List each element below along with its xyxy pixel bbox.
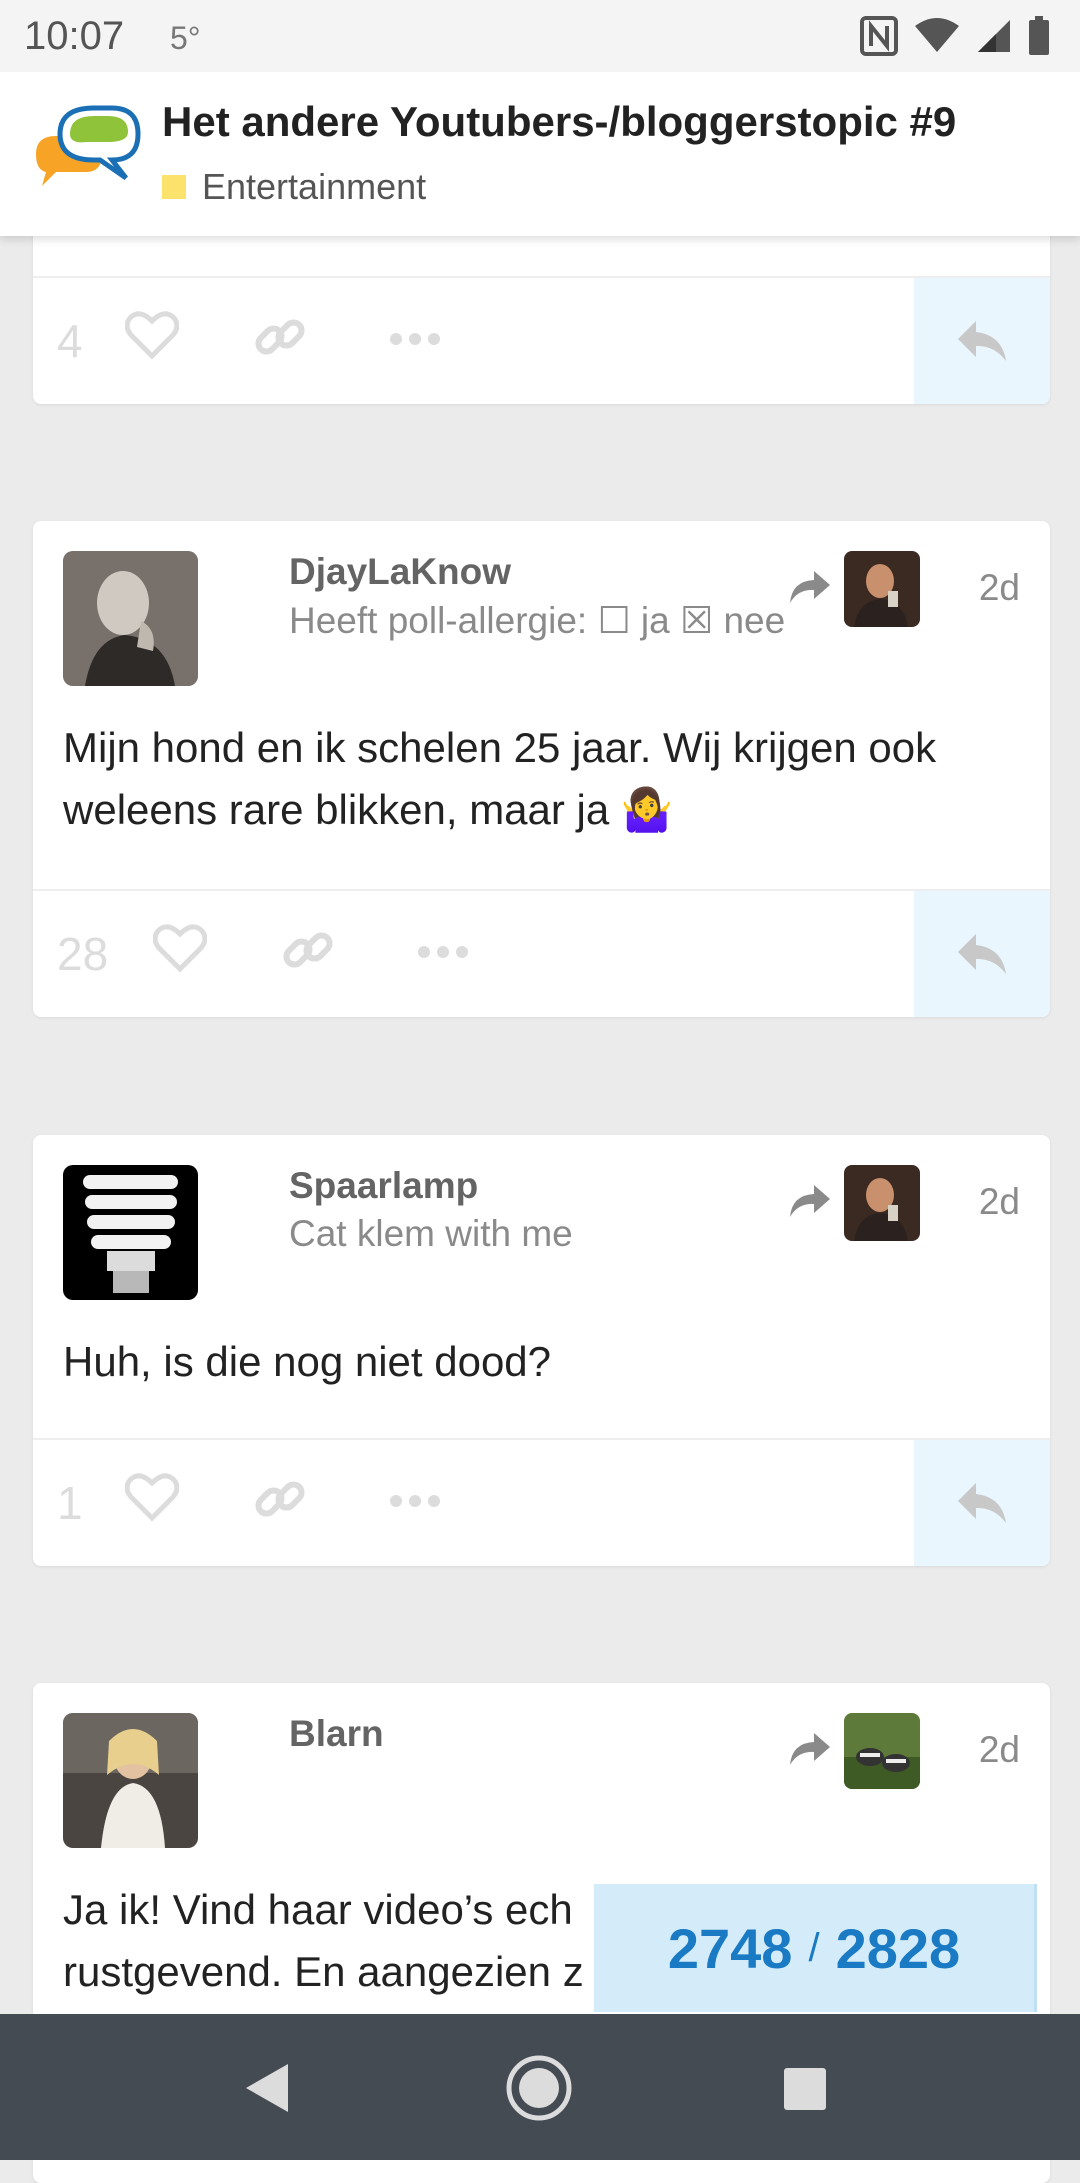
signal-icon [976, 18, 1012, 59]
reply-to-avatar [844, 1713, 920, 1789]
reply-button[interactable] [914, 891, 1050, 1017]
more-icon[interactable] [389, 332, 441, 351]
reply-icon [958, 1483, 1006, 1523]
post-header: DjayLaKnow Heeft poll-allergie: ☐ ja ☒ n… [63, 551, 1020, 691]
post-date[interactable]: 2d [979, 567, 1020, 609]
category-badge[interactable]: Entertainment [162, 166, 426, 208]
wifi-icon [914, 18, 960, 59]
progress-separator: / [808, 1925, 820, 1970]
reply-button[interactable] [914, 1440, 1050, 1566]
post-stream: 4 DjayLaKnow Heeft poll-allergie: ☐ ja ☒… [0, 0, 1080, 2183]
post-card: Spaarlamp Cat klem with me 2d Huh, is di… [33, 1135, 1050, 1566]
user-title: Cat klem with me [289, 1213, 573, 1254]
user-title: Heeft poll-allergie: ☐ ja ☒ nee [289, 600, 786, 641]
share-arrow-icon [788, 569, 832, 610]
nfc-icon [860, 16, 898, 61]
reply-to-avatar [844, 1165, 920, 1241]
username[interactable]: DjayLaKnow [289, 551, 511, 593]
heart-icon[interactable] [124, 1472, 180, 1527]
progress-current: 2748 [667, 1916, 793, 1980]
category-color-square [162, 175, 186, 199]
post-actions: 1 [33, 1438, 1050, 1566]
reply-to-avatar [844, 551, 920, 627]
post-body: Ja ik! Vind haar video’s ech rustgevend.… [63, 1886, 584, 1995]
avatar[interactable] [63, 1713, 198, 1848]
share-arrow-icon [788, 1731, 832, 1772]
reply-icon [958, 321, 1006, 361]
more-icon[interactable] [417, 945, 469, 964]
heart-icon[interactable] [124, 310, 180, 365]
reply-button[interactable] [914, 278, 1050, 404]
reply-to-indicator[interactable] [788, 1713, 920, 1789]
like-count[interactable]: 1 [57, 1476, 83, 1530]
battery-icon [1028, 16, 1050, 61]
forum-logo[interactable] [30, 102, 142, 202]
username[interactable]: Blarn [289, 1713, 384, 1755]
topic-header: Het andere Youtubers-/bloggerstopic #9 E… [0, 72, 1080, 236]
topic-title[interactable]: Het andere Youtubers-/bloggerstopic #9 [162, 98, 956, 146]
heart-icon[interactable] [152, 923, 208, 978]
like-count[interactable]: 28 [57, 927, 108, 981]
system-nav-bar [0, 2014, 1080, 2160]
status-icons [860, 16, 1050, 61]
home-icon[interactable] [505, 2054, 573, 2127]
more-icon[interactable] [389, 1494, 441, 1513]
link-icon[interactable] [281, 923, 335, 982]
like-count[interactable]: 4 [57, 314, 83, 368]
post-actions: 28 [33, 889, 1050, 1017]
post-body: Huh, is die nog niet dood? [63, 1338, 552, 1385]
share-arrow-icon [788, 1183, 832, 1224]
post-header: Blarn 2d [63, 1713, 1020, 1853]
reply-to-indicator[interactable] [788, 551, 920, 627]
username[interactable]: Spaarlamp [289, 1165, 478, 1207]
post-card: DjayLaKnow Heeft poll-allergie: ☐ ja ☒ n… [33, 521, 1050, 1017]
status-temperature: 5° [170, 20, 201, 56]
back-icon[interactable] [244, 2062, 290, 2119]
avatar[interactable] [63, 1165, 198, 1300]
link-icon[interactable] [253, 310, 307, 369]
post-actions: 4 [33, 276, 1050, 404]
status-time: 10:07 [24, 14, 125, 58]
avatar[interactable] [63, 551, 198, 686]
topic-progress[interactable]: 2748 / 2828 [594, 1884, 1037, 2012]
status-bar: 10:07 5° [0, 0, 1080, 72]
post-date[interactable]: 2d [979, 1181, 1020, 1223]
category-label: Entertainment [202, 166, 427, 207]
reply-to-indicator[interactable] [788, 1165, 920, 1241]
post-header: Spaarlamp Cat klem with me 2d [63, 1165, 1020, 1305]
recent-apps-icon[interactable] [782, 2066, 828, 2117]
link-icon[interactable] [253, 1472, 307, 1531]
post-body: Mijn hond en ik schelen 25 jaar. Wij kri… [63, 724, 937, 833]
reply-icon [958, 934, 1006, 974]
post-date[interactable]: 2d [979, 1729, 1020, 1771]
progress-total: 2828 [835, 1916, 961, 1980]
